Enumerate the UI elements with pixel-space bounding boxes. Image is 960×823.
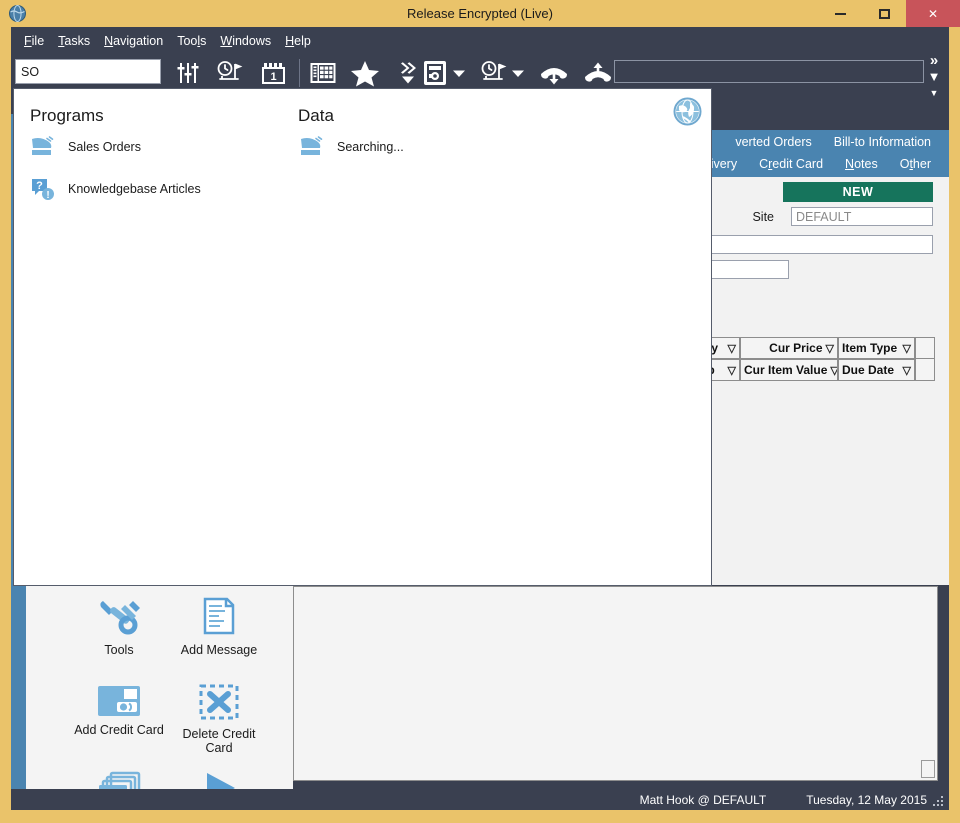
menu-help[interactable]: Help xyxy=(278,32,318,50)
sliders-icon[interactable] xyxy=(169,56,207,90)
detail-list-panel[interactable] xyxy=(293,586,938,781)
tab-other[interactable]: Other xyxy=(900,157,931,171)
tab-bill-to-information[interactable]: Bill-to Information xyxy=(834,135,931,149)
window-controls: ✕ xyxy=(818,0,960,27)
grid-header-cur-item-value[interactable]: Cur Item Value ▽ xyxy=(740,359,838,381)
grid-header-row-1: ity ▽ Cur Price ▽ Item Type ▽ xyxy=(700,337,935,359)
action-panel: Tools Add Message Add Credit Card Delete… xyxy=(26,585,293,803)
grid-header-item-type[interactable]: Item Type ▽ xyxy=(838,337,915,359)
dropdown-item-knowledgebase-articles[interactable]: ? ! Knowledgebase Articles xyxy=(30,177,201,201)
grid-header-cur-price-label: Cur Price xyxy=(769,341,823,355)
grid-header-cur-price[interactable]: Cur Price ▽ xyxy=(740,337,838,359)
toolbar-overflow-button[interactable]: » ▼ ▼ xyxy=(923,52,945,110)
resize-grip-icon[interactable] xyxy=(931,794,945,808)
dropdown-item-searching: Searching... xyxy=(299,135,404,159)
menu-tasks[interactable]: Tasks xyxy=(51,32,97,50)
maximize-button[interactable] xyxy=(862,0,906,27)
star-icon[interactable] xyxy=(346,56,384,90)
toolbar-separator xyxy=(299,59,300,87)
close-button[interactable]: ✕ xyxy=(906,0,960,27)
menu-bar: File Tasks Navigation Tools Windows Help xyxy=(11,30,949,51)
program-file-icon xyxy=(30,135,56,159)
overflow-chevron-icon: » xyxy=(929,52,939,69)
action-delete-credit-card[interactable]: Delete Credit Card xyxy=(171,678,267,766)
dropdown-item-searching-label: Searching... xyxy=(337,140,404,154)
form-field-b[interactable] xyxy=(710,260,789,279)
grid-header-corner[interactable] xyxy=(915,337,935,359)
panel-resize-handle[interactable] xyxy=(921,760,935,778)
action-delete-credit-card-label: Delete Credit Card xyxy=(182,727,256,755)
globe-icon[interactable] xyxy=(673,97,702,126)
menu-windows[interactable]: Windows xyxy=(213,32,278,50)
svg-text:1: 1 xyxy=(270,71,276,83)
title-bar: Release Encrypted (Live) ✕ xyxy=(0,0,960,27)
toolbar-wide-input[interactable] xyxy=(614,60,924,83)
svg-text:?: ? xyxy=(36,180,43,192)
filter-funnel-icon[interactable]: ▽ xyxy=(903,342,911,355)
form-field-a[interactable] xyxy=(710,235,933,254)
status-date: Tuesday, 12 May 2015 xyxy=(806,792,927,807)
line-items-grid-header: ity ▽ Cur Price ▽ Item Type ▽ ip ▽ xyxy=(700,337,935,382)
dropdown-item-sales-orders[interactable]: Sales Orders xyxy=(30,135,141,159)
filter-funnel-icon[interactable]: ▽ xyxy=(728,342,736,355)
application-window: Release Encrypted (Live) ✕ File Tasks Na… xyxy=(0,0,960,823)
grid-header-corner-2[interactable] xyxy=(915,359,935,381)
action-tools-label: Tools xyxy=(104,643,134,657)
message-note-icon xyxy=(197,595,241,639)
menu-navigation[interactable]: Navigation xyxy=(97,32,170,50)
delete-x-dashed-icon xyxy=(197,683,241,723)
calendar-icon[interactable]: 1 xyxy=(255,56,293,90)
svg-text:!: ! xyxy=(46,190,49,201)
status-bar: Matt Hook @ DEFAULT Tuesday, 12 May 2015 xyxy=(11,789,949,810)
minimize-icon xyxy=(834,12,846,15)
tools-wrench-hammer-icon xyxy=(95,595,143,639)
filter-funnel-icon[interactable]: ▽ xyxy=(903,364,911,377)
action-add-credit-card-label: Add Credit Card xyxy=(74,723,164,737)
window-title: Release Encrypted (Live) xyxy=(407,6,553,21)
phone-outgoing-icon[interactable] xyxy=(579,56,617,90)
grid-header-row-2: ip ▽ Cur Item Value ▽ Due Date ▽ xyxy=(700,359,935,381)
status-badge-new: NEW xyxy=(783,182,933,202)
action-add-message-label: Add Message xyxy=(180,643,258,657)
action-add-message[interactable]: Add Message xyxy=(171,590,267,678)
filter-funnel-icon[interactable]: ▽ xyxy=(826,342,834,355)
grid-header-item-type-label: Item Type xyxy=(842,341,898,355)
filter-funnel-icon[interactable]: ▽ xyxy=(830,364,837,377)
maximize-icon xyxy=(878,8,890,19)
search-results-dropdown: Programs Sales Orders ? ! Knowledgebase … xyxy=(13,88,712,586)
minimize-button[interactable] xyxy=(818,0,862,27)
site-input[interactable] xyxy=(791,207,933,226)
tab-credit-card[interactable]: Credit Card xyxy=(759,157,823,171)
question-bubble-icon: ? ! xyxy=(30,177,56,201)
clock-dropdown-caret-icon[interactable] xyxy=(507,56,529,90)
grid-header-due-date-label: Due Date xyxy=(842,363,895,377)
grid-header-due-date[interactable]: Due Date ▽ xyxy=(838,359,915,381)
tab-converted-orders[interactable]: verted Orders xyxy=(735,135,811,149)
table-grid-icon[interactable] xyxy=(304,56,342,90)
phone-incoming-icon[interactable] xyxy=(535,56,573,90)
site-label: Site xyxy=(752,210,774,224)
dropdown-column-title-programs: Programs xyxy=(30,106,104,125)
dropdown-item-sales-orders-label: Sales Orders xyxy=(68,140,141,154)
program-file-icon xyxy=(299,135,325,159)
clock-flag-icon[interactable] xyxy=(211,56,249,90)
overflow-caret-icon: ▼ xyxy=(927,69,941,84)
rolodex-dropdown-caret-icon[interactable] xyxy=(448,56,470,90)
dropdown-column-title-data: Data xyxy=(298,106,334,125)
search-input[interactable] xyxy=(15,59,161,84)
dropdown-item-knowledgebase-articles-label: Knowledgebase Articles xyxy=(68,182,201,196)
filter-funnel-icon[interactable]: ▽ xyxy=(728,364,736,377)
tab-notes[interactable]: Notes xyxy=(845,157,878,171)
overflow-caret-small-icon: ▼ xyxy=(929,88,939,98)
action-add-credit-card[interactable]: Add Credit Card xyxy=(71,678,167,766)
action-tools[interactable]: Tools xyxy=(71,590,167,678)
menu-tools[interactable]: Tools xyxy=(170,32,213,50)
menu-file[interactable]: File xyxy=(17,32,51,50)
status-user: Matt Hook @ DEFAULT xyxy=(639,792,767,807)
grid-header-cur-item-value-label: Cur Item Value xyxy=(744,363,828,377)
credit-card-icon xyxy=(95,683,143,719)
